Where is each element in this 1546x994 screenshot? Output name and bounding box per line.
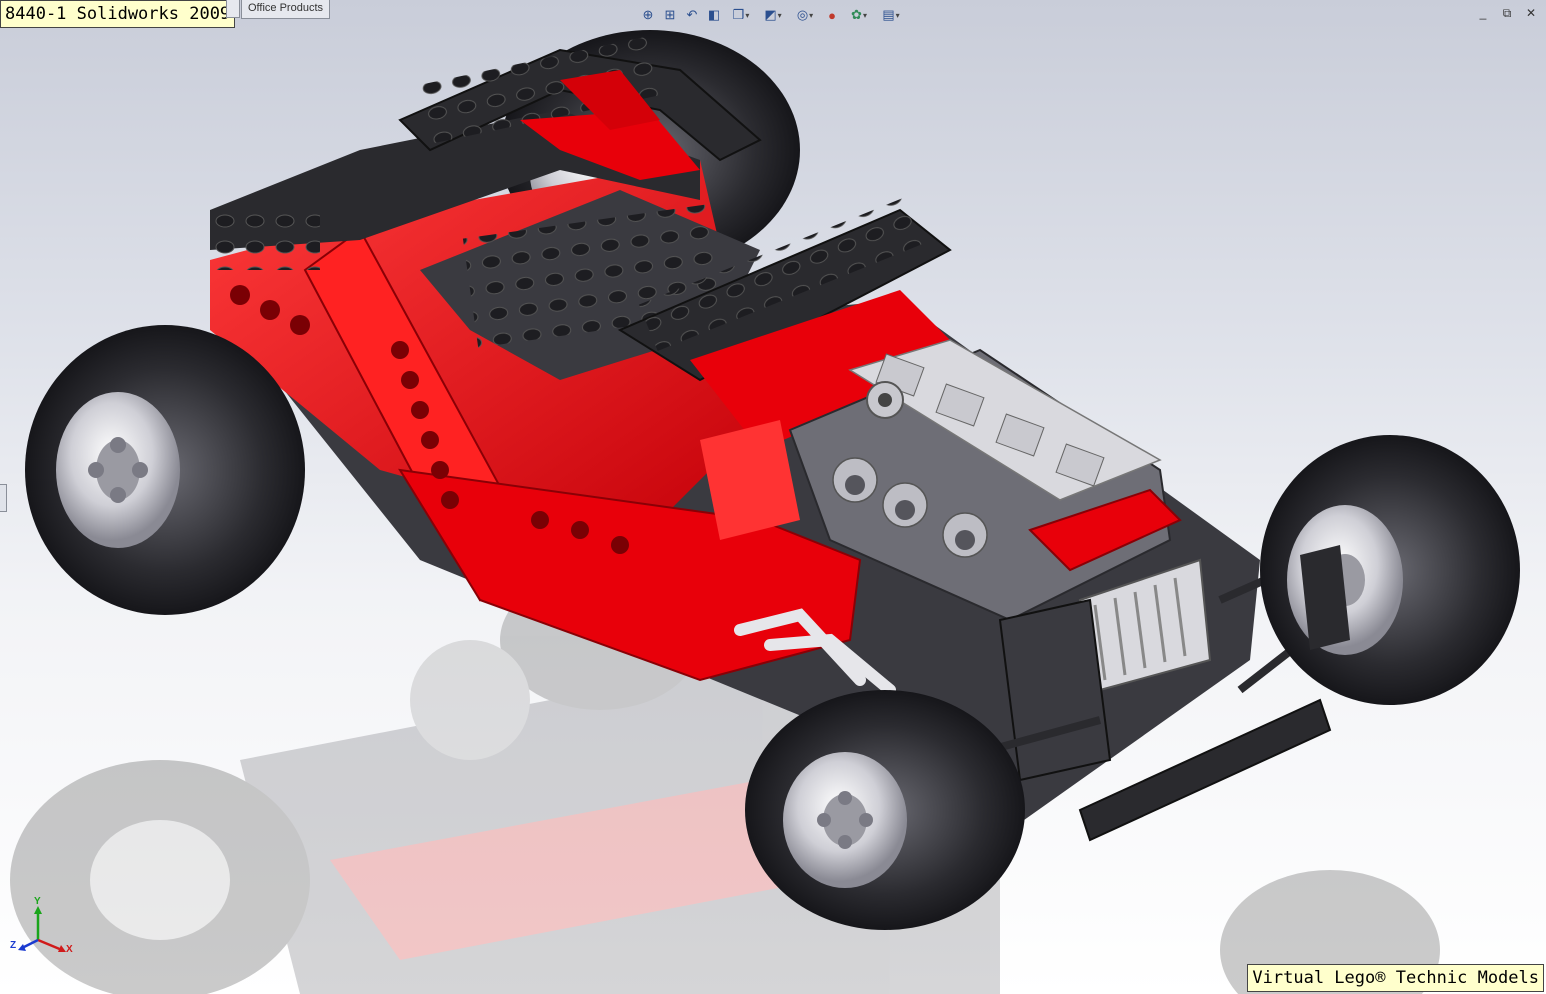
- tab-stub[interactable]: [226, 0, 240, 18]
- appearance-icon[interactable]: ●: [822, 5, 842, 25]
- tab-office-products[interactable]: Office Products: [241, 0, 330, 19]
- rear-left-wheel: [25, 325, 305, 615]
- chevron-down-icon: ▾: [862, 10, 867, 20]
- zoom-fit-icon[interactable]: ⊕: [638, 5, 658, 25]
- reference-triad: Y X Z: [8, 896, 78, 960]
- view-settings-icon[interactable]: ▤ ▾: [876, 5, 906, 25]
- minimize-icon[interactable]: _: [1476, 6, 1490, 20]
- feature-manager-collapse-handle[interactable]: [0, 484, 7, 512]
- model-title-label: 8440-1 Solidworks 2009: [0, 0, 236, 28]
- window-controls: _ ⧉ ✕: [1476, 6, 1538, 20]
- restore-icon[interactable]: ⧉: [1500, 6, 1514, 20]
- triad-x-label: X: [66, 944, 73, 955]
- close-icon[interactable]: ✕: [1524, 6, 1538, 20]
- front-right-wheel: [1260, 435, 1520, 705]
- chevron-down-icon: ▾: [777, 10, 782, 20]
- previous-view-icon[interactable]: ↶: [682, 5, 702, 25]
- zoom-area-icon[interactable]: ⊞: [660, 5, 680, 25]
- triad-z-label: Z: [10, 940, 17, 951]
- triad-y-label: Y: [34, 896, 41, 907]
- lego-hot-rod-model[interactable]: [0, 0, 1546, 994]
- display-style-icon[interactable]: ◩ ▾: [758, 5, 788, 25]
- watermark-caption: Virtual Lego® Technic Models: [1247, 964, 1544, 992]
- section-view-icon[interactable]: ◧: [704, 5, 724, 25]
- graphics-area[interactable]: [0, 0, 1546, 994]
- front-left-wheel: [745, 690, 1025, 930]
- chevron-down-icon: ▾: [745, 10, 750, 20]
- heads-up-view-toolbar: ⊕ ⊞ ↶ ◧ ❒ ▾ ◩ ▾ ◎ ▾ ● ✿ ▾ ▤ ▾: [638, 4, 906, 26]
- chevron-down-icon: ▾: [895, 10, 900, 20]
- view-orientation-icon[interactable]: ❒ ▾: [726, 5, 756, 25]
- chevron-down-icon: ▾: [809, 10, 814, 20]
- scene-icon[interactable]: ✿ ▾: [844, 5, 874, 25]
- hide-show-icon[interactable]: ◎ ▾: [790, 5, 820, 25]
